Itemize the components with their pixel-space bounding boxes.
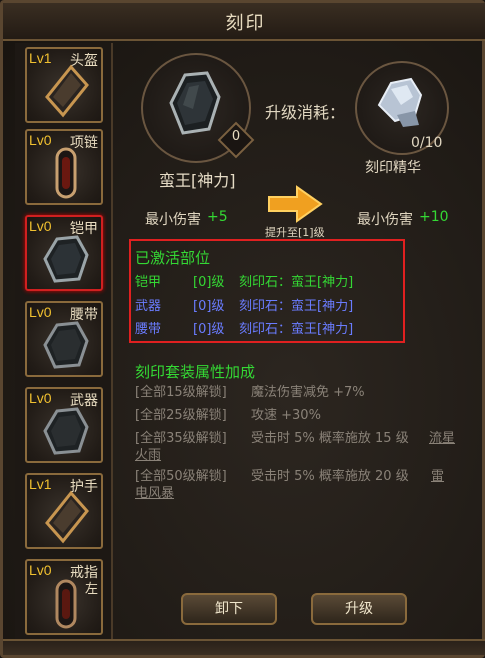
bonus-description: 魔法伤害减免 +7% (251, 385, 365, 400)
bonus-requirement: [全部35级解锁] (135, 431, 227, 446)
gem-socket-icon (55, 579, 77, 629)
current-stat-label: 最小伤害 (145, 212, 201, 228)
bonus-description: 攻速 +30% (251, 408, 321, 423)
skill-link[interactable]: 电风暴 (135, 485, 174, 502)
cost-count: 0/10 (411, 135, 443, 151)
skill-link[interactable]: 流星 (429, 430, 455, 447)
slot-ring-left[interactable]: Lv0 戒指 左 (25, 559, 103, 635)
slot-belt[interactable]: Lv0 腰带 (25, 301, 103, 377)
gem-level-text: 0 (231, 129, 241, 144)
bonus-requirement: [全部50级解锁] (135, 469, 227, 484)
engrave-stone-icon (169, 71, 221, 135)
skill-link[interactable]: 雷 (431, 468, 444, 485)
skill-link[interactable]: 火雨 (135, 447, 161, 464)
engrave-window: 刻印 Lv1 头盔 Lv0 项链 Lv0 铠甲 Lv0 腰带 Lv0 武器 Lv… (0, 0, 485, 658)
arrow-right-icon (268, 185, 323, 223)
slot-gauntlet[interactable]: Lv1 护手 (25, 473, 103, 549)
next-stat-label: 最小伤害 (357, 212, 413, 228)
bottom-frame (3, 639, 485, 655)
slot-helmet[interactable]: Lv1 头盔 (25, 47, 103, 123)
set-bonus-header: 刻印套装属性加成 (135, 363, 256, 381)
activated-row-level: [0]级 (193, 299, 225, 314)
bonus-requirement: [全部25级解锁] (135, 408, 227, 423)
current-stat-value: +5 (207, 209, 228, 225)
slot-necklace[interactable]: Lv0 项链 (25, 129, 103, 205)
engrave-essence-icon[interactable] (371, 75, 427, 131)
slot-weapon[interactable]: Lv0 武器 (25, 387, 103, 463)
activated-row-stone: 刻印石：蛮王[神力] (239, 275, 354, 290)
cost-label: 升级消耗： (265, 103, 346, 122)
gem-socket-icon (55, 147, 77, 199)
unequip-button[interactable]: 卸下 (181, 593, 277, 625)
window-title: 刻印 (225, 13, 266, 34)
activated-row-level: [0]级 (193, 275, 225, 290)
title-bar: 刻印 (3, 3, 485, 41)
activated-row-stone: 刻印石：蛮王[神力] (239, 299, 354, 314)
next-stat-value: +10 (419, 209, 449, 225)
gem-socket-icon (43, 407, 89, 455)
activated-row-stone: 刻印石：蛮王[神力] (239, 322, 354, 337)
activated-row-part: 武器 (135, 299, 162, 314)
equipment-slot-list: Lv1 头盔 Lv0 项链 Lv0 铠甲 Lv0 腰带 Lv0 武器 Lv1 护… (15, 43, 113, 649)
cost-item-name: 刻印精华 (365, 160, 421, 176)
activated-row-level: [0]级 (193, 322, 225, 337)
gem-socket-icon (45, 490, 89, 544)
gem-socket-icon (45, 64, 89, 118)
bonus-requirement: [全部15级解锁] (135, 385, 227, 400)
gem-name: 蛮王[神力] (159, 171, 236, 190)
gem-socket-icon (43, 235, 89, 283)
activated-header: 已激活部位 (135, 249, 211, 267)
gem-socket-icon (43, 321, 89, 369)
bonus-description: 受击时 5% 概率施放 15 级 (251, 431, 409, 446)
upgrade-button[interactable]: 升级 (311, 593, 407, 625)
slot-armor[interactable]: Lv0 铠甲 (25, 215, 103, 291)
activated-row-part: 铠甲 (135, 275, 162, 290)
bonus-description: 受击时 5% 概率施放 20 级 (251, 469, 409, 484)
main-panel: 0 蛮王[神力] 升级消耗： 0/10 刻印精华 提升至[1]级 最小伤害 +5… (115, 43, 476, 649)
upgrade-to-label: 提升至[1]级 (265, 226, 325, 239)
activated-row-part: 腰带 (135, 322, 162, 337)
